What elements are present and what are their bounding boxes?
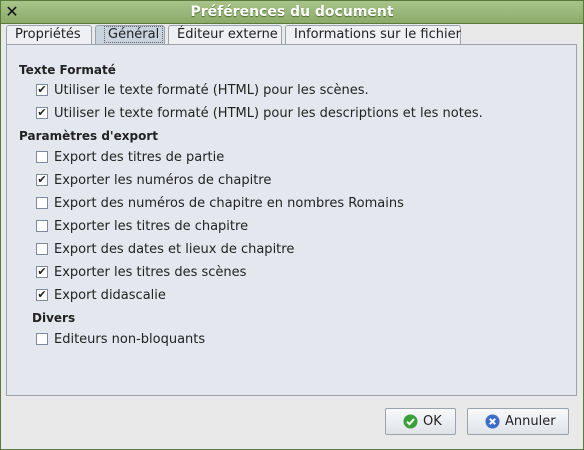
cancel-label: Annuler [505,414,556,429]
checkbox[interactable]: ✔ [36,84,48,96]
cancel-circle-icon [485,414,500,429]
tab-general[interactable]: Général [95,25,165,45]
checkbox[interactable] [36,151,48,163]
cancel-button[interactable]: Annuler [467,408,569,435]
title-bar[interactable]: ✕ Préférences du document [1,1,583,24]
option-label: Editeurs non-bloquants [54,332,206,347]
tab-label: Général [104,26,164,43]
tab-label: Éditeur externe [177,27,278,42]
option-label: Exporter les numéros de chapitre [54,173,272,188]
checkbox[interactable] [36,243,48,255]
option-label: Utiliser le texte formaté (HTML) pour le… [54,106,483,121]
check-circle-icon [403,414,418,429]
checkbox[interactable] [36,220,48,232]
section-title-export: Paramètres d'export [19,129,158,143]
checkbox[interactable] [36,197,48,209]
checkbox[interactable]: ✔ [36,266,48,278]
tab-label: Propriétés [15,27,81,42]
option-label: Export des titres de partie [54,150,225,165]
tab-properties[interactable]: Propriétés [6,25,92,44]
ok-button[interactable]: OK [385,408,456,435]
tab-external-editor[interactable]: Éditeur externe [168,25,282,44]
option-label: Exporter les titres des scènes [54,265,247,280]
checkbox[interactable] [36,333,48,345]
option-label: Utiliser le texte formaté (HTML) pour le… [54,83,369,98]
option-label: Export didascalie [54,288,166,303]
preferences-dialog: ✕ Préférences du document Propriétés Gén… [0,0,584,450]
section-title-misc: Divers [32,311,76,325]
general-panel: Texte Formaté ✔ Utiliser le texte format… [6,44,577,396]
window-title: Préférences du document [190,4,394,20]
tab-label: Informations sur le fichier [294,27,461,42]
checkbox[interactable]: ✔ [36,107,48,119]
section-title-rich-text: Texte Formaté [19,63,116,77]
ok-label: OK [423,414,442,429]
option-label: Export des numéros de chapitre en nombre… [54,196,404,211]
option-label: Export des dates et lieux de chapitre [54,242,295,257]
tab-file-info[interactable]: Informations sur le fichier [285,25,461,44]
option-label: Exporter les titres de chapitre [54,219,249,234]
checkbox[interactable]: ✔ [36,289,48,301]
checkbox[interactable]: ✔ [36,174,48,186]
